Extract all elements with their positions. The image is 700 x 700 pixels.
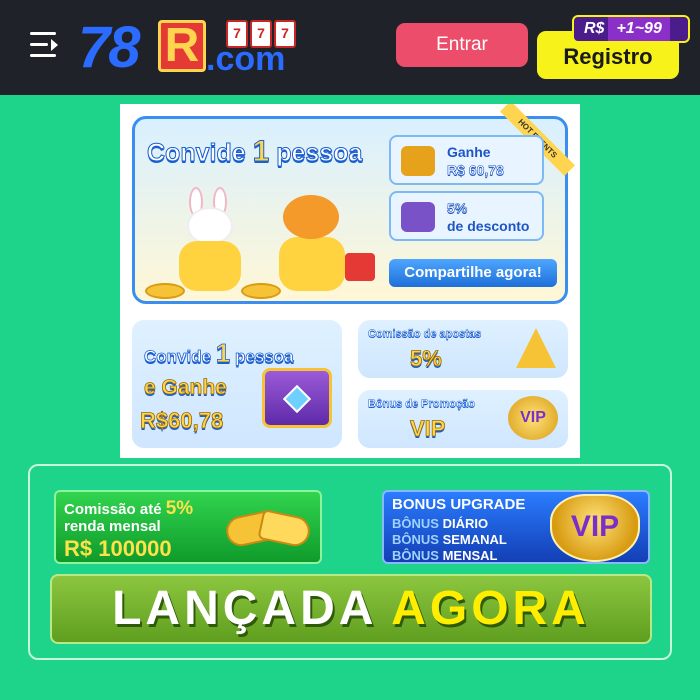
invite-title: Convide 1 pessoa (147, 135, 363, 169)
mascots-illustration (145, 179, 377, 299)
bonus-daily: BÔNUS DIÁRIO (392, 516, 489, 531)
bet-commission-card: Comissão de apostas 5% (358, 320, 568, 378)
site-logo[interactable]: 78 R .com 7 7 7 (78, 18, 308, 78)
treasure-chest-icon (401, 146, 435, 176)
commission-promo[interactable]: Comissão até 5% renda mensal R$ 100000 (54, 490, 322, 564)
gift-icon (345, 253, 375, 281)
bonus-monthly: BÔNUS MENSAL (392, 548, 498, 563)
coins-icon (241, 283, 281, 299)
bonus-upgrade-promo[interactable]: BONUS UPGRADE BÔNUS DIÁRIO BÔNUS SEMANAL… (382, 490, 650, 564)
share-now-button[interactable]: Compartilhe agora! (389, 259, 557, 287)
vip-promo-label: Bônus de Promoção (368, 398, 475, 411)
vip-promo-card: Bônus de Promoção VIP VIP (358, 390, 568, 448)
reward-amount: R$ 60,78 (447, 162, 504, 179)
handshake-icon (223, 504, 313, 554)
logo-letter: R (158, 20, 206, 72)
bet-commission-label: Comissão de apostas (368, 328, 482, 341)
launch-text: LANÇADA AGORA (112, 582, 590, 635)
invite-reward-subtitle: e Ganhe (144, 376, 228, 400)
commission-subtitle: renda mensal (64, 518, 161, 535)
discount-percent: 5% (447, 200, 468, 217)
reward-box: Ganhe R$ 60,78 (389, 135, 544, 185)
slot-machine-icon: 7 7 7 (226, 20, 296, 48)
treasure-chest-icon (262, 368, 332, 428)
invite-reward-card: Convide 1 pessoa e Ganhe R$60,78 (132, 320, 342, 448)
invite-reward-title: Convide 1 pessoa (144, 338, 294, 369)
invite-reward-amount: R$60,78 (140, 408, 224, 434)
bonus-weekly: BÔNUS SEMANAL (392, 532, 507, 547)
top-header: 78 R .com 7 7 7 Entrar Registro R$ +1~99 (0, 0, 700, 95)
bet-commission-value: 5% (410, 346, 443, 372)
reward-label: Ganhe (447, 144, 491, 160)
login-button[interactable]: Entrar (396, 23, 528, 67)
gold-pyramid-icon (516, 328, 556, 368)
wallet-icon (401, 202, 435, 232)
bunny-mascot-icon (169, 187, 251, 293)
invite-banner[interactable]: Convide 1 pessoa HOT EVENTS Ganhe R$ 60,… (120, 104, 580, 458)
commission-title: Comissão até 5% (64, 498, 194, 519)
launch-banner[interactable]: LANÇADA AGORA (50, 574, 652, 644)
menu-icon[interactable] (30, 32, 60, 60)
promo-panel: Comissão até 5% renda mensal R$ 100000 B… (28, 464, 672, 660)
register-badge-currency: R$ (584, 20, 605, 37)
vip-promo-value: VIP (410, 416, 446, 442)
coins-icon (145, 283, 185, 299)
register-badge-range: +1~99 (608, 17, 670, 41)
vip-shield-icon: VIP (550, 494, 640, 562)
vip-badge-icon: VIP (508, 396, 558, 440)
logo-number: 78 (78, 15, 140, 80)
invite-main-card: Convide 1 pessoa HOT EVENTS Ganhe R$ 60,… (132, 104, 575, 304)
discount-box: 5% de desconto (389, 191, 544, 241)
tiger-mascot-icon (271, 189, 355, 293)
discount-label: de desconto (447, 218, 530, 234)
commission-amount: R$ 100000 (64, 536, 172, 561)
bonus-upgrade-title: BONUS UPGRADE (392, 496, 526, 513)
register-bonus-badge: R$ +1~99 (572, 15, 690, 43)
